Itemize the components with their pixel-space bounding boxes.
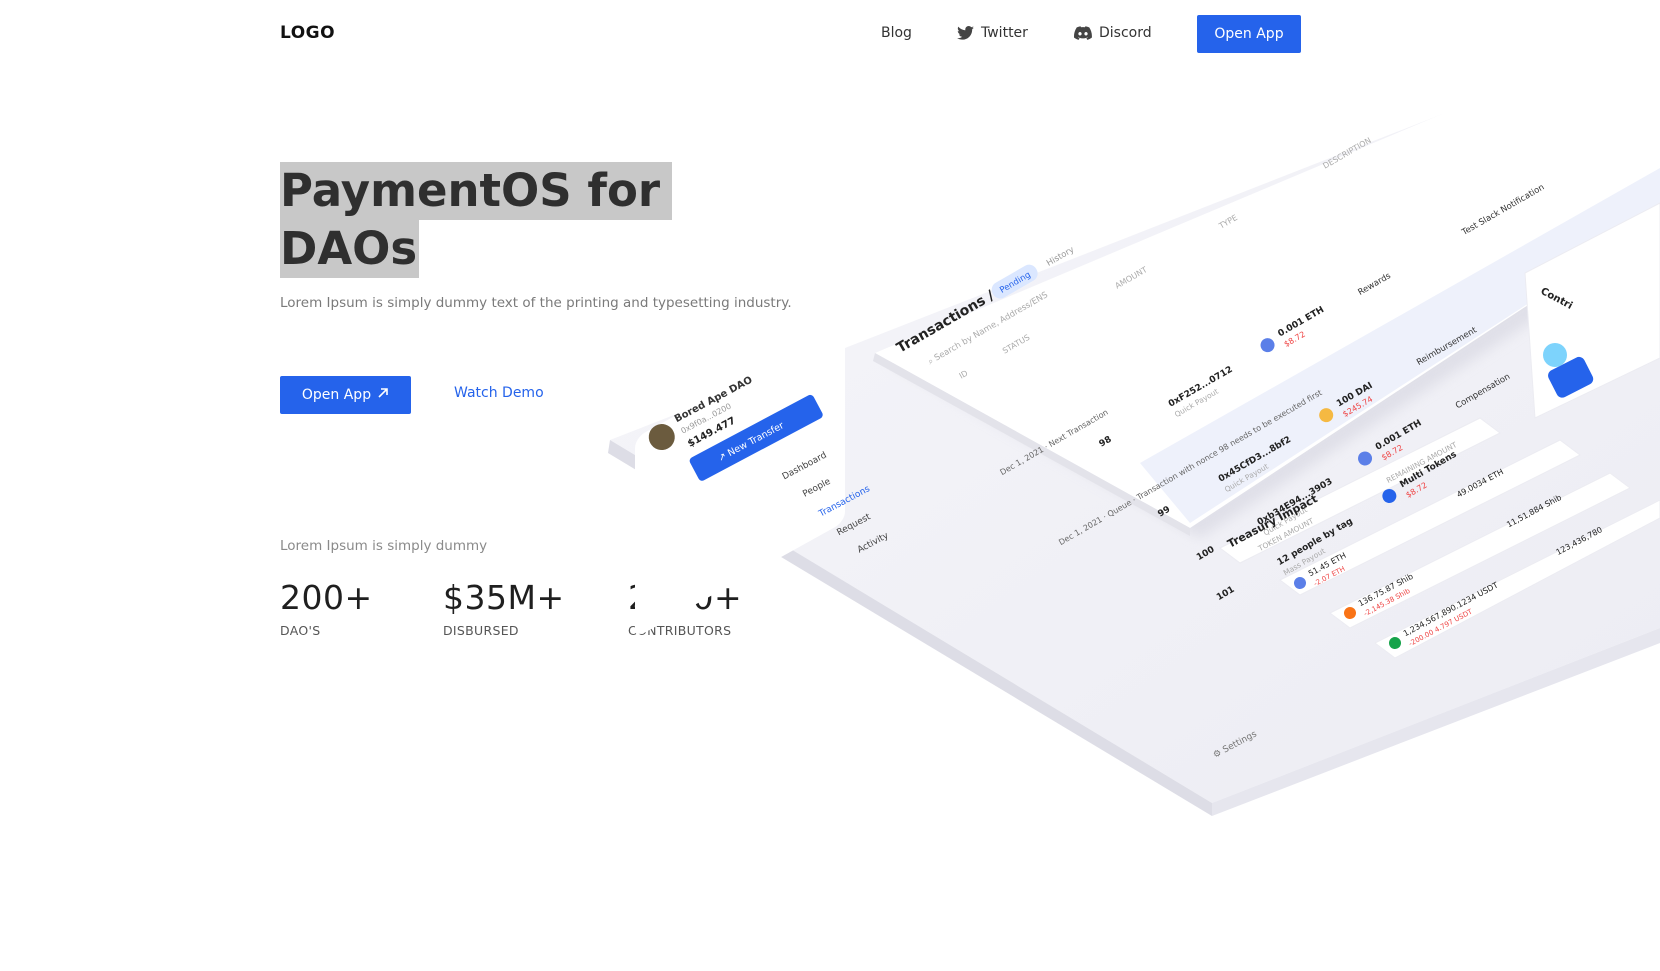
header-open-app-button[interactable]: Open App <box>1197 15 1301 53</box>
top-navbar: LOGO Blog Twitter Discord Open App <box>0 0 1660 68</box>
stat-daos: 200+ DAO'S <box>280 578 373 638</box>
open-app-button[interactable]: Open App <box>280 376 411 414</box>
nav-discord-label: Discord <box>1099 25 1152 41</box>
stat-value: 200+ <box>280 578 373 617</box>
hero-title-line2: DAOs <box>280 220 420 278</box>
open-app-label: Open App <box>301 387 372 403</box>
logo[interactable]: LOGO <box>280 23 335 43</box>
nav-blog-label: Blog <box>881 25 912 41</box>
watch-demo-link[interactable]: Watch Demo <box>454 385 544 401</box>
stat-label: DAO'S <box>280 623 321 638</box>
arrow-up-right-icon <box>377 387 389 403</box>
nav-discord-link[interactable]: Discord <box>1074 25 1152 41</box>
nav-twitter-label: Twitter <box>981 25 1028 41</box>
stats-caption: Lorem Ipsum is simply dummy <box>280 538 488 554</box>
nav-twitter-link[interactable]: Twitter <box>957 25 1028 41</box>
discord-icon <box>1074 26 1092 40</box>
stat-label: DISBURSED <box>443 623 519 638</box>
nav-blog-link[interactable]: Blog <box>881 25 912 41</box>
stat-disbursed: $35M+ DISBURSED <box>443 578 565 638</box>
app-mockup-illustration: Bored Ape DAO 0x9f0a...0200 $149.477 ↗ N… <box>600 68 1660 828</box>
twitter-icon <box>957 26 974 40</box>
stat-value: $35M+ <box>443 578 565 617</box>
